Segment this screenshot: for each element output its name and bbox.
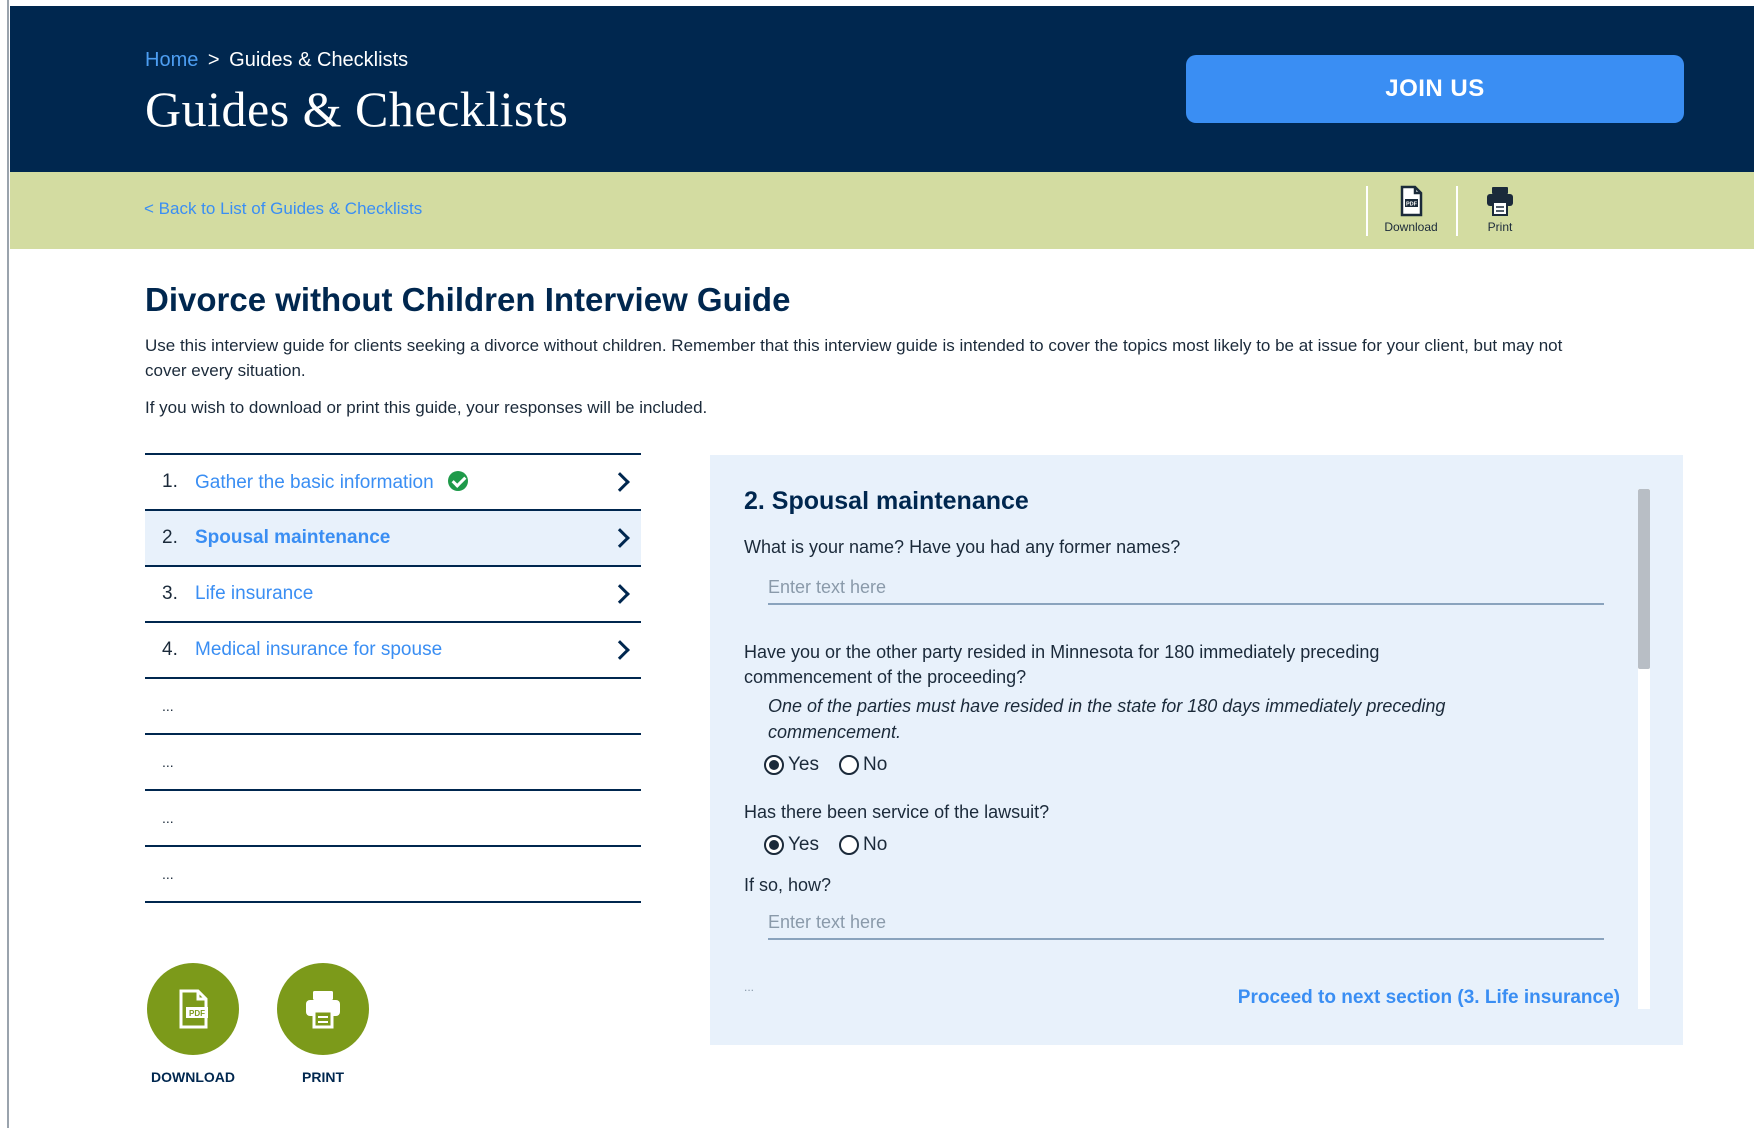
step-item-basic-information[interactable]: 1. Gather the basic information [145, 455, 641, 511]
breadcrumb-home-link[interactable]: Home [145, 49, 198, 71]
step-item-medical-insurance[interactable]: 4. Medical insurance for spouse [145, 623, 641, 679]
breadcrumb-separator: > [207, 49, 220, 71]
site-header: Home > Guides & Checklists Guides & Chec… [10, 6, 1754, 172]
step-item-life-insurance[interactable]: 3. Life insurance [145, 567, 641, 623]
question-name: What is your name? Have you had any form… [744, 537, 1181, 557]
chevron-right-icon [610, 584, 630, 604]
print-tool[interactable]: Print [1465, 184, 1535, 234]
breadcrumb-current: Guides & Checklists [229, 49, 409, 71]
radio-empty-icon [839, 755, 859, 775]
question-service-how: If so, how? [744, 875, 832, 895]
radio-label: No [863, 754, 888, 775]
download-tool-label: Download [1384, 220, 1438, 234]
toolbar-divider [1456, 186, 1458, 236]
step-number: 2. [162, 527, 178, 548]
step-item-placeholder[interactable]: ... [145, 847, 641, 903]
radio-label: Yes [788, 754, 819, 775]
step-number: 3. [162, 583, 178, 604]
radio-label: Yes [788, 834, 819, 855]
pdf-file-icon: PDF [179, 989, 208, 1029]
panel-scrollbar-thumb[interactable] [1638, 489, 1650, 669]
step-item-placeholder[interactable]: ... [145, 791, 641, 847]
step-item-spousal-maintenance[interactable]: 2. Spousal maintenance [145, 511, 641, 567]
residency-no-radio[interactable]: No [839, 754, 887, 776]
radio-empty-icon [839, 835, 859, 855]
left-edge [0, 0, 9, 1128]
service-radio-group: Yes No [764, 834, 907, 856]
print-button[interactable]: PRINT [277, 963, 369, 1085]
radio-selected-icon [764, 755, 784, 775]
question-service: Has there been service of the lawsuit? [744, 802, 1050, 822]
step-label: Medical insurance for spouse [195, 639, 443, 660]
section-title: 2. Spousal maintenance [744, 487, 1029, 515]
step-item-placeholder[interactable]: ... [145, 735, 641, 791]
name-field[interactable] [768, 571, 1604, 605]
chevron-right-icon [610, 472, 630, 492]
printer-icon [1487, 187, 1513, 216]
printer-icon [306, 991, 340, 1029]
service-how-field[interactable] [768, 906, 1604, 940]
step-list: 1. Gather the basic information 2. Spous… [145, 453, 641, 903]
service-how-input[interactable] [768, 912, 1604, 933]
download-tool[interactable]: PDF Download [1376, 184, 1446, 234]
step-number: 4. [162, 639, 178, 660]
residency-yes-radio[interactable]: Yes [764, 754, 819, 776]
step-placeholder: ... [162, 754, 174, 770]
residency-note-line1: One of the parties must have resided in … [768, 696, 1446, 716]
svg-text:PDF: PDF [189, 1009, 205, 1018]
check-circle-icon [447, 470, 468, 491]
step-label: Gather the basic information [195, 470, 468, 494]
chevron-right-icon [610, 528, 630, 548]
step-label: Life insurance [195, 583, 314, 604]
breadcrumb: Home > Guides & Checklists [145, 49, 408, 72]
step-label-text: Gather the basic information [195, 471, 434, 493]
service-yes-radio[interactable]: Yes [764, 834, 819, 856]
step-number: 1. [162, 471, 178, 492]
pdf-download-icon: PDF [1400, 185, 1423, 217]
guide-toolbar: < Back to List of Guides & Checklists PD… [10, 172, 1754, 249]
service-no-radio[interactable]: No [839, 834, 887, 856]
print-circle [277, 963, 369, 1055]
step-item-placeholder[interactable]: ... [145, 679, 641, 735]
proceed-next-section-link[interactable]: Proceed to next section (3. Life insuran… [1238, 987, 1620, 1009]
step-label: Spousal maintenance [195, 527, 391, 548]
toolbar-divider [1366, 186, 1368, 236]
page: Home > Guides & Checklists Guides & Chec… [0, 0, 1754, 1128]
radio-selected-icon [764, 835, 784, 855]
join-us-button[interactable]: JOIN US [1186, 55, 1684, 123]
guide-note: If you wish to download or print this gu… [145, 398, 708, 417]
step-placeholder: ... [162, 810, 174, 826]
question-residency-line2: commencement of the proceeding? [744, 667, 1027, 687]
residency-note-line2: commencement. [768, 722, 902, 742]
chevron-right-icon [610, 640, 630, 660]
guide-title: Divorce without Children Interview Guide [145, 281, 791, 318]
name-input[interactable] [768, 577, 1604, 598]
guide-intro: Use this interview guide for clients see… [145, 336, 1563, 380]
step-placeholder: ... [162, 866, 174, 882]
print-tool-label: Print [1487, 220, 1513, 234]
step-placeholder: ... [162, 698, 174, 714]
question-panel: 2. Spousal maintenance What is your name… [710, 455, 1683, 1045]
page-title: Guides & Checklists [145, 81, 569, 137]
radio-label: No [863, 834, 888, 855]
print-caption: PRINT [302, 1069, 344, 1085]
question-residency-line1: Have you or the other party resided in M… [744, 642, 1380, 662]
download-caption: DOWNLOAD [151, 1069, 235, 1085]
svg-text:PDF: PDF [1406, 202, 1418, 208]
download-pdf-button[interactable]: PDF DOWNLOAD [147, 963, 239, 1085]
back-to-list-link[interactable]: < Back to List of Guides & Checklists [144, 199, 422, 219]
download-circle: PDF [147, 963, 239, 1055]
more-questions-ellipsis: ... [744, 980, 755, 994]
residency-radio-group: Yes No [764, 754, 907, 776]
